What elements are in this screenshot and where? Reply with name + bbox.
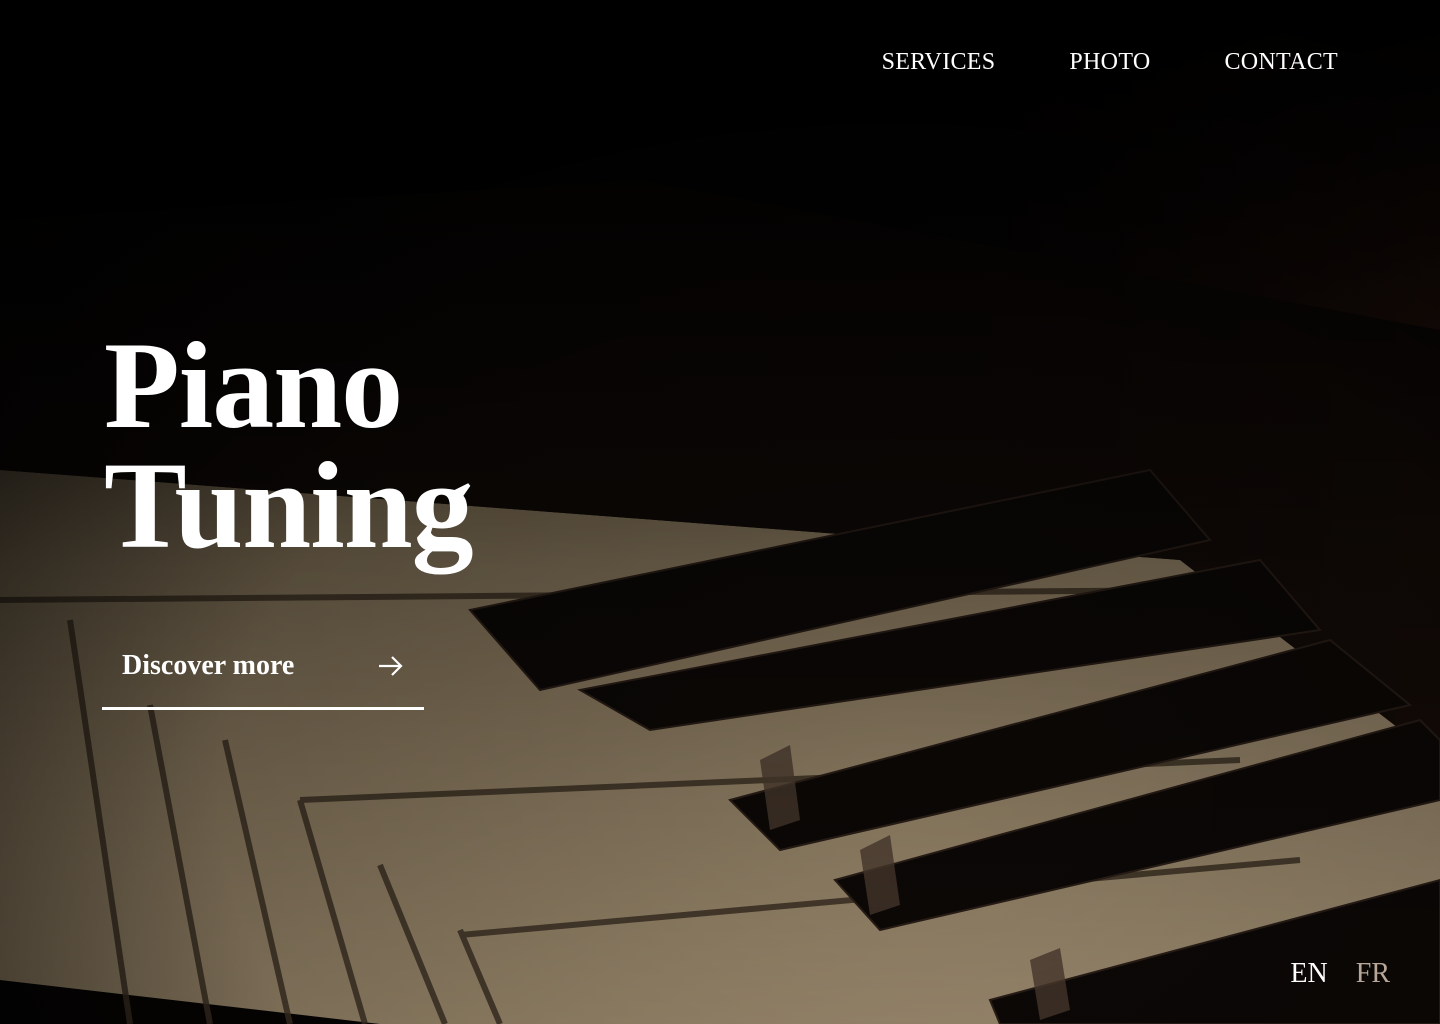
hero-title-line-1: Piano [104,317,403,454]
arrow-right-icon [379,655,403,676]
nav-item-contact[interactable]: CONTACT [1224,48,1338,76]
language-option-fr[interactable]: FR [1356,958,1390,990]
discover-more-button[interactable]: Discover more [102,630,424,710]
discover-more-label: Discover more [122,649,295,681]
language-option-en[interactable]: EN [1290,958,1327,990]
nav-item-services[interactable]: SERVICES [882,48,996,76]
main-nav: SERVICES PHOTO CONTACT [882,48,1338,76]
hero-title: Piano Tuning [104,317,474,574]
hero-title-line-2: Tuning [104,437,474,574]
language-switcher: EN FR [1290,958,1390,990]
nav-item-photo[interactable]: PHOTO [1069,48,1150,76]
